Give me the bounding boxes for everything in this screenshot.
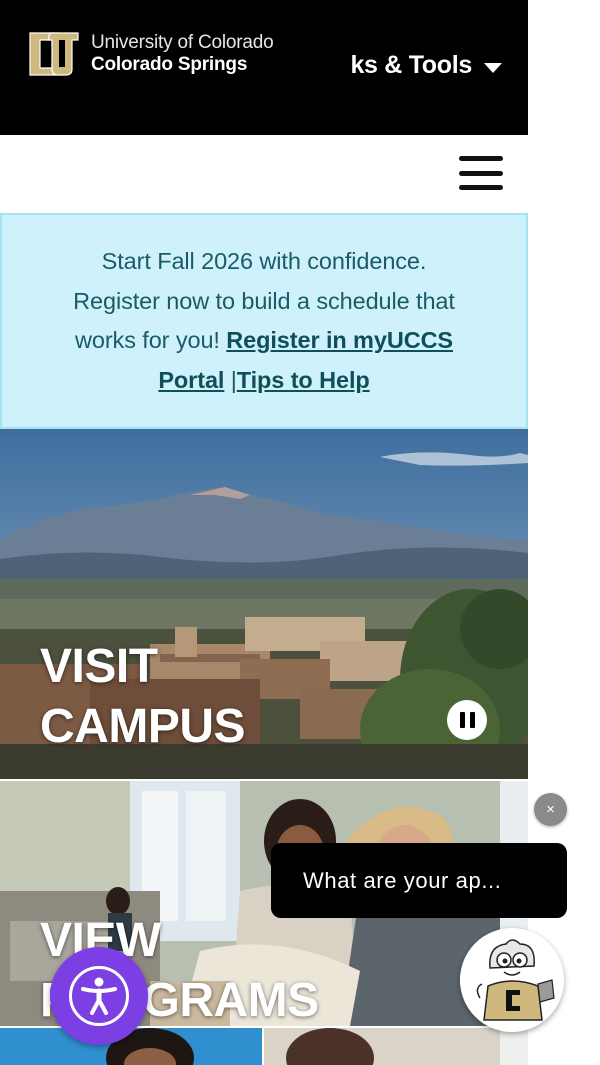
pause-icon[interactable] <box>447 700 487 740</box>
hamburger-line <box>459 170 503 176</box>
logo-line-campus: Colorado Springs <box>91 54 248 75</box>
uccs-logo[interactable]: University of Colorado Colorado Springs <box>26 27 274 81</box>
chat-close-button[interactable]: × <box>534 793 567 826</box>
chat-prompt-bubble[interactable]: What are your ap... <box>271 843 567 918</box>
alert-separator: | <box>224 366 237 393</box>
links-tools-dropdown[interactable]: ks & Tools <box>350 51 502 80</box>
mascot-drawing <box>460 928 564 1032</box>
hamburger-menu-icon[interactable] <box>459 156 503 190</box>
accessibility-button[interactable] <box>50 947 148 1045</box>
tips-to-help-link[interactable]: Tips to Help <box>237 367 370 393</box>
pause-bar <box>459 712 465 728</box>
accessibility-icon <box>69 966 129 1026</box>
links-tools-label: ks & Tools <box>350 51 472 79</box>
mascot-avatar-icon[interactable] <box>460 928 564 1032</box>
hamburger-line <box>459 156 503 161</box>
caret-down-icon <box>484 62 502 73</box>
accessibility-figure <box>81 977 117 1015</box>
cu-logo-icon <box>29 32 79 76</box>
site-header: University of Colorado Colorado Springs … <box>0 0 528 135</box>
registration-alert: Start Fall 2026 with confidence. Registe… <box>0 213 528 429</box>
hamburger-line <box>459 185 503 190</box>
alert-text: Start Fall 2026 with confidence. Registe… <box>64 242 464 400</box>
logo-text: University of Colorado Colorado Springs <box>91 32 274 76</box>
logo-line-university: University of Colorado <box>91 32 274 54</box>
menu-bar <box>0 135 528 213</box>
visit-campus-title: VISIT CAMPUS <box>40 640 246 753</box>
pause-bar <box>469 712 475 728</box>
